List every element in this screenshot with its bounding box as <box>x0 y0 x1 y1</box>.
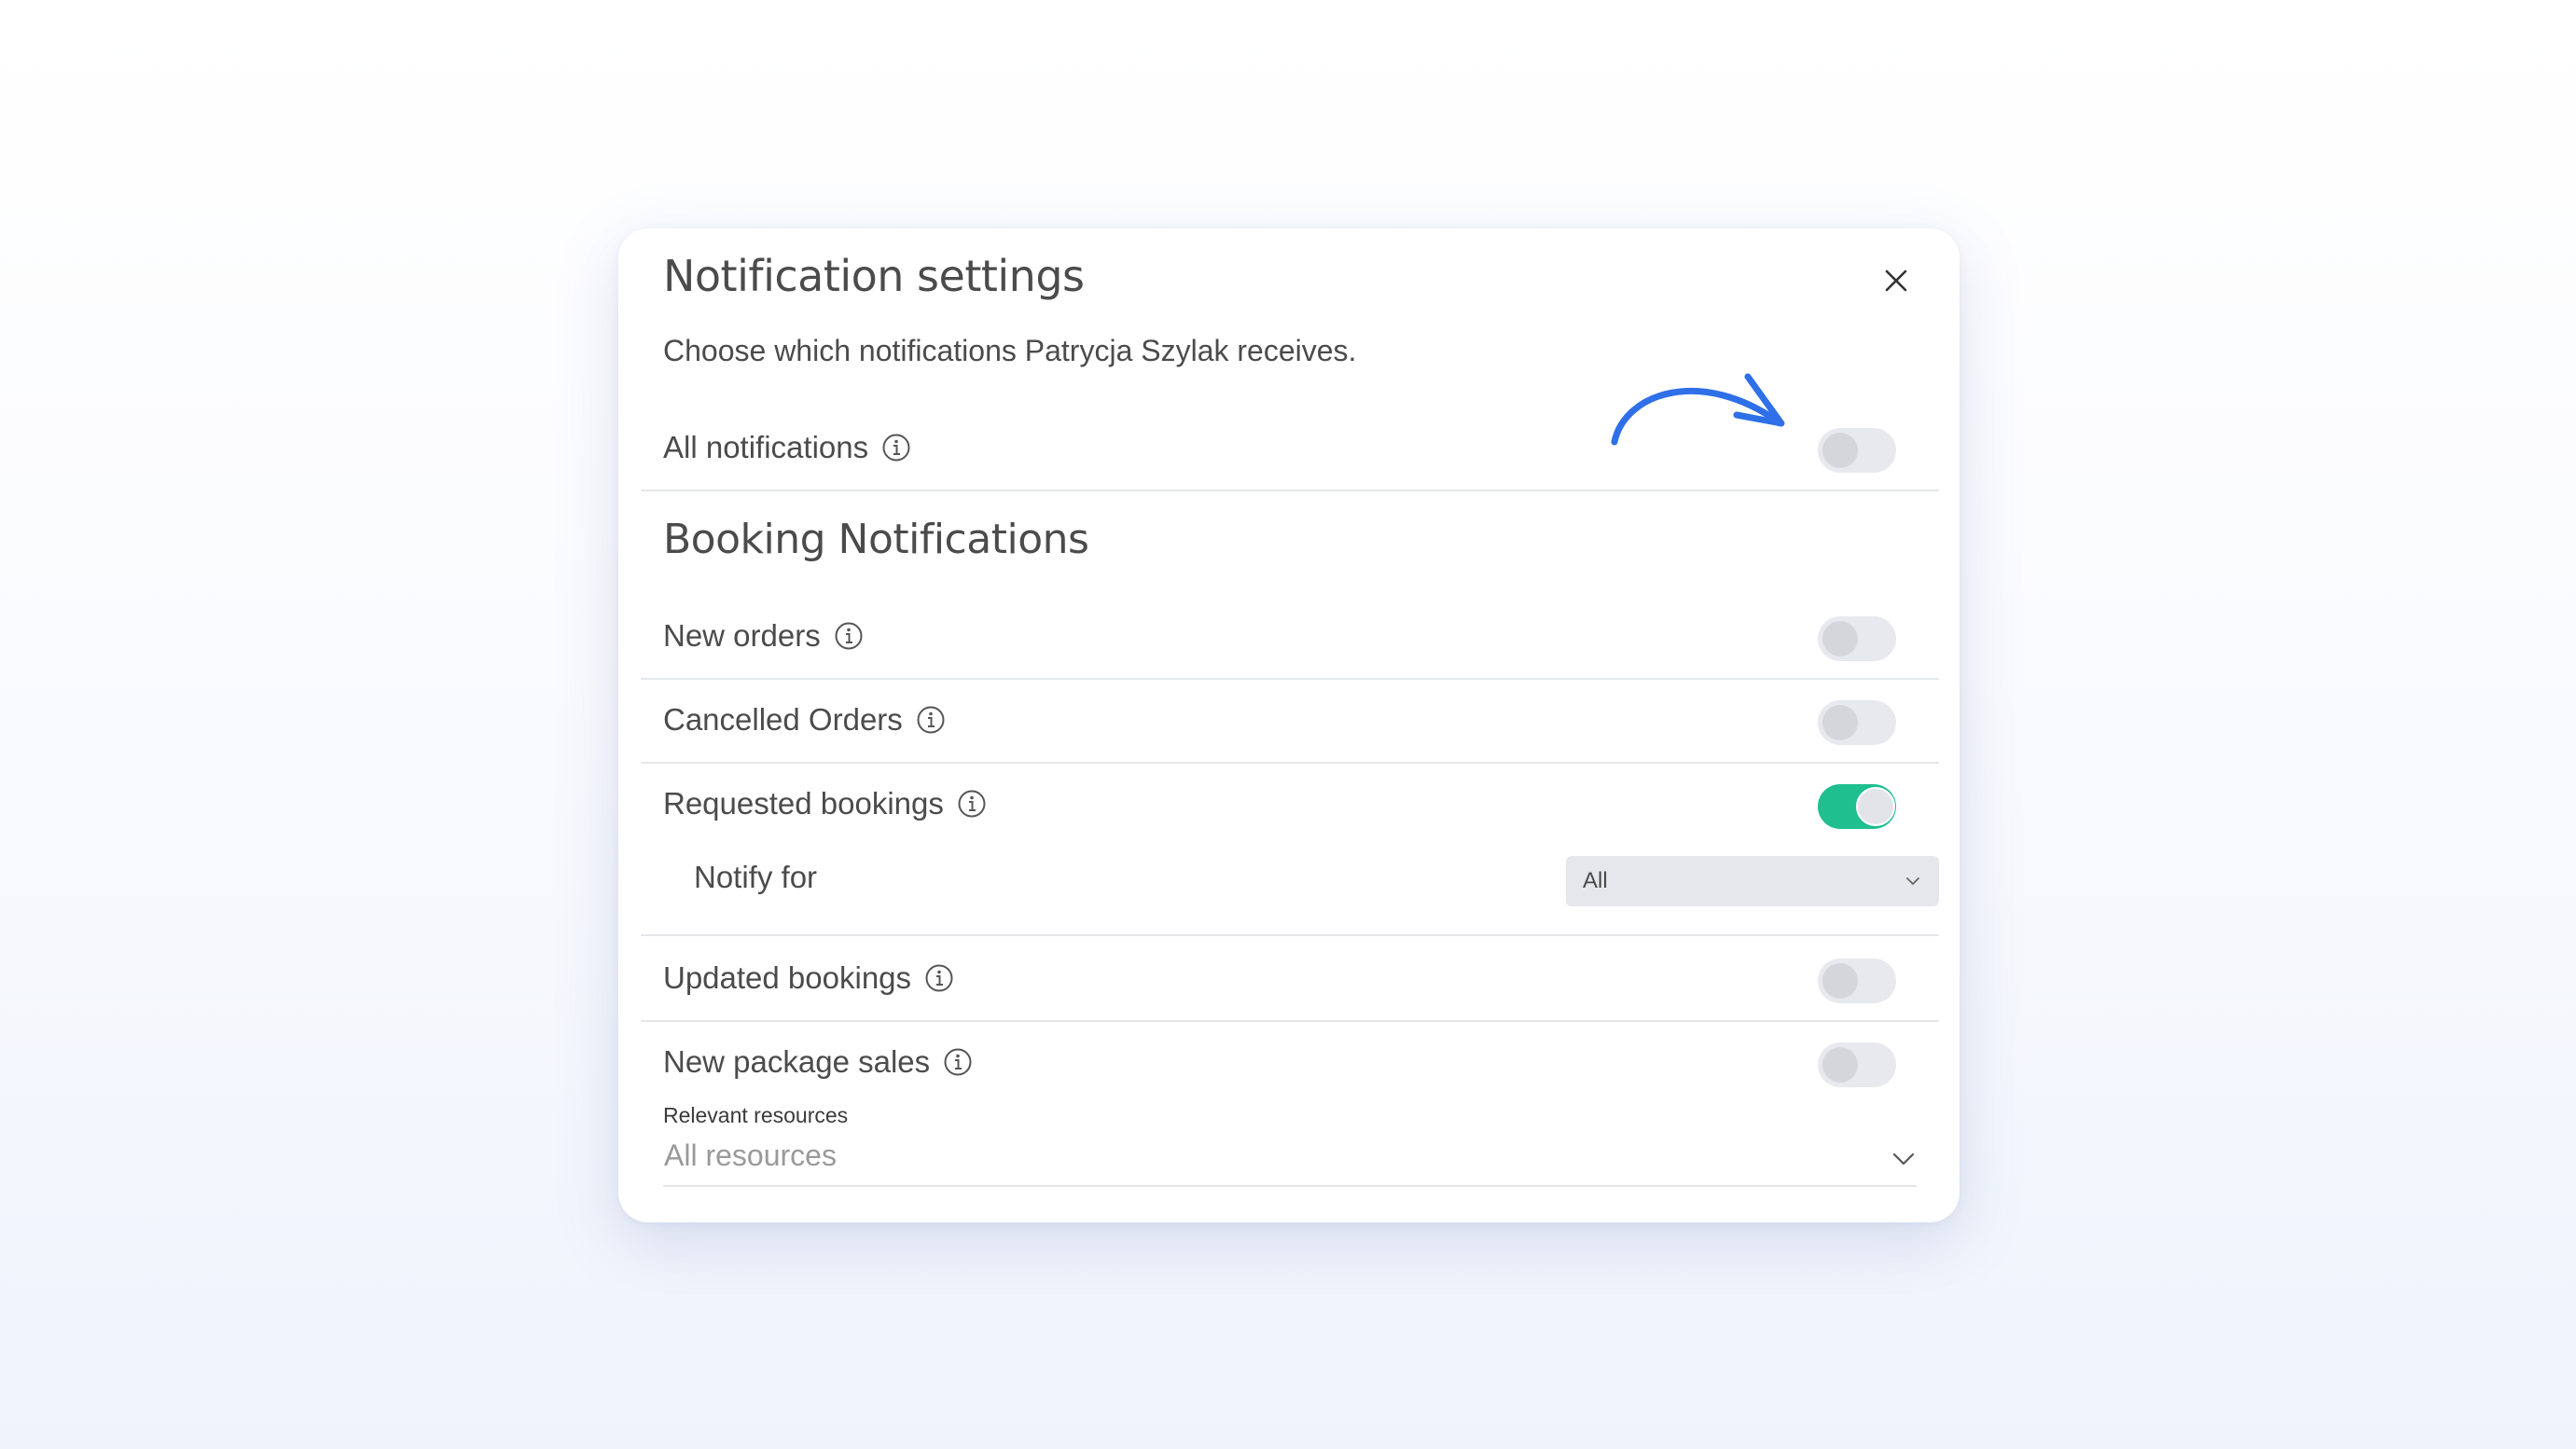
new-orders-row: New orders <box>641 594 1939 680</box>
new-orders-label-group: New orders <box>663 594 864 678</box>
cancelled-orders-label: Cancelled Orders <box>663 702 903 737</box>
notify-for-select[interactable]: All <box>1566 856 1939 906</box>
info-icon[interactable] <box>881 433 911 462</box>
notify-for-label: Notify for <box>694 860 818 894</box>
notify-for-selected-value: All <box>1583 868 1608 893</box>
new-package-sales-toggle[interactable] <box>1818 1042 1896 1087</box>
chevron-down-icon <box>1892 1152 1915 1166</box>
requested-bookings-row: Requested bookings <box>641 762 1939 846</box>
chevron-down-icon <box>1906 877 1919 885</box>
updated-bookings-label: Updated bookings <box>663 960 912 995</box>
all-notifications-label-group: All notifications <box>663 406 911 490</box>
toggle-knob <box>1822 433 1858 468</box>
relevant-resources-label: Relevant resources <box>663 1103 849 1127</box>
cancelled-orders-row: Cancelled Orders <box>641 678 1939 764</box>
modal-subtitle: Choose which notifications Patrycja Szyl… <box>663 334 1357 367</box>
info-icon[interactable] <box>924 963 954 993</box>
close-icon <box>1885 269 1907 292</box>
requested-bookings-label: Requested bookings <box>663 786 944 821</box>
info-icon[interactable] <box>943 1047 973 1077</box>
new-orders-toggle[interactable] <box>1818 616 1896 661</box>
toggle-knob <box>1822 1047 1858 1083</box>
info-icon[interactable] <box>957 789 987 819</box>
toggle-knob <box>1822 963 1858 999</box>
cancelled-orders-label-group: Cancelled Orders <box>663 678 946 762</box>
info-icon[interactable] <box>834 621 864 651</box>
booking-notifications-heading: Booking Notifications <box>663 516 1089 563</box>
all-notifications-label: All notifications <box>663 430 869 464</box>
curved-arrow-icon <box>1611 373 1785 446</box>
toggle-knob <box>1822 705 1858 740</box>
modal-title: Notification settings <box>663 251 1085 301</box>
cancelled-orders-toggle[interactable] <box>1818 700 1896 745</box>
notify-for-row: Notify for All <box>641 838 1939 936</box>
all-notifications-toggle[interactable] <box>1818 428 1896 473</box>
new-orders-label: New orders <box>663 618 821 653</box>
relevant-resources-select[interactable]: All resources <box>663 1133 1917 1187</box>
toggle-knob <box>1822 621 1858 656</box>
toggle-knob <box>1856 787 1895 826</box>
updated-bookings-label-group: Updated bookings <box>663 936 954 1020</box>
new-package-sales-row: New package sales <box>641 1020 1939 1104</box>
requested-bookings-label-group: Requested bookings <box>663 762 987 846</box>
updated-bookings-row: Updated bookings <box>641 936 1939 1022</box>
new-package-sales-label: New package sales <box>663 1044 931 1079</box>
close-button[interactable] <box>1877 262 1915 299</box>
requested-bookings-toggle[interactable] <box>1818 784 1896 829</box>
relevant-resources-placeholder: All resources <box>664 1138 837 1172</box>
info-icon[interactable] <box>916 705 946 735</box>
updated-bookings-toggle[interactable] <box>1818 959 1896 1003</box>
new-package-sales-label-group: New package sales <box>663 1020 973 1104</box>
